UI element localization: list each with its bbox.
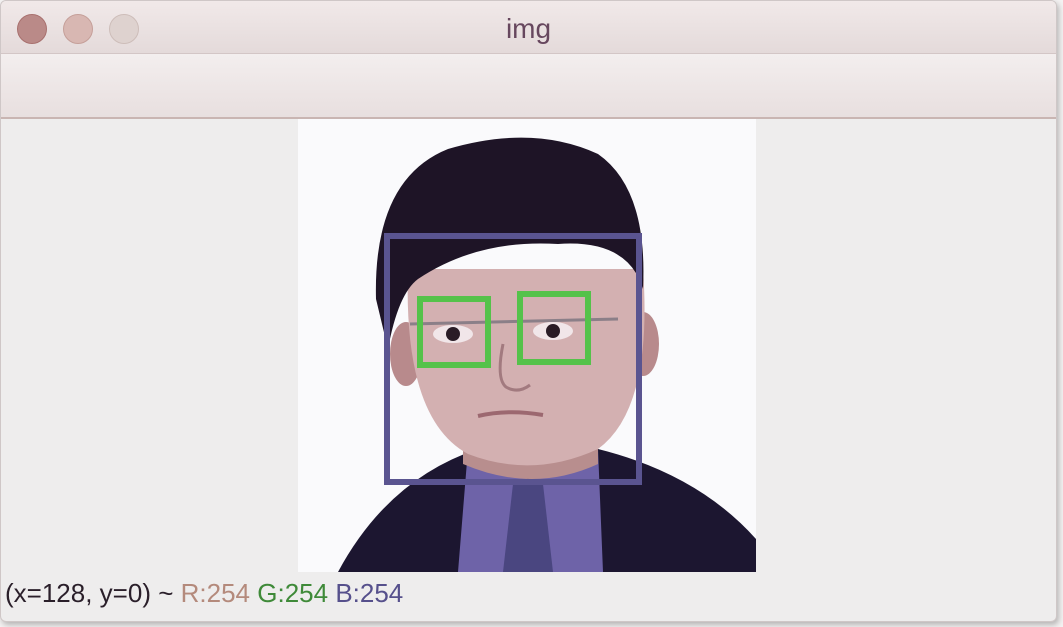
image-canvas-area[interactable] [1, 119, 1056, 574]
face-image[interactable] [298, 119, 756, 572]
pixel-green-value: G:254 [257, 578, 329, 608]
window-title: img [505, 13, 552, 44]
cursor-coordinates: (x=128, y=0) ~ [5, 578, 174, 608]
toolbar [1, 54, 1056, 119]
pixel-blue-value: B:254 [335, 578, 404, 608]
face-photo-illustration [298, 119, 756, 572]
image-window: img (x=128, y=0) ~ R:254 G:254 B:254 [0, 0, 1057, 622]
title-bar[interactable]: img [1, 1, 1056, 54]
pixel-red-value: R:254 [180, 578, 251, 608]
status-bar: (x=128, y=0) ~ R:254 G:254 B:254 [1, 574, 1056, 620]
